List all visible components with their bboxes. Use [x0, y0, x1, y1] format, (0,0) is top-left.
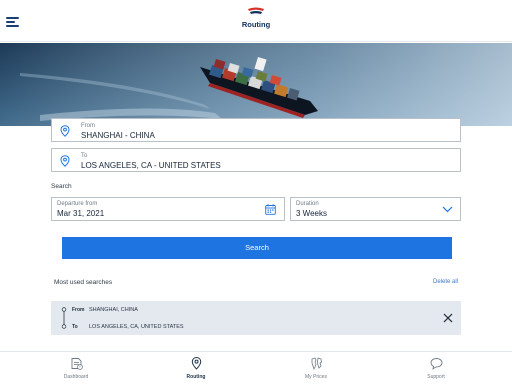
destination-field[interactable]: To LOS ANGELES, CA - UNITED STATES	[51, 148, 461, 172]
hero-ship-image	[0, 43, 512, 126]
nav-routing-label: Routing	[186, 374, 206, 380]
bottom-navigation: Dashboard Routing My Prices Support	[0, 351, 512, 384]
nav-my-prices[interactable]: My Prices	[286, 356, 346, 384]
page-title: Routing	[241, 20, 271, 29]
recent-to-value: LOS ANGELES, CA, UNITED STATES	[89, 324, 184, 330]
location-pin-icon	[60, 155, 70, 167]
nav-dashboard-label: Dashboard	[63, 374, 89, 380]
origin-value: SHANGHAI - CHINA	[81, 131, 155, 140]
world-map-icon	[311, 357, 322, 371]
recent-to-key: To	[72, 324, 78, 330]
location-pin-icon	[191, 356, 201, 370]
menu-icon[interactable]	[6, 15, 22, 29]
delete-all-link[interactable]: Delete all	[433, 279, 458, 285]
recent-search-item[interactable]: From SHANGHAI, CHINA To LOS ANGELES, CA,…	[51, 301, 461, 335]
calendar-icon[interactable]	[265, 204, 276, 215]
location-pin-icon	[60, 125, 70, 137]
search-button[interactable]: Search	[62, 237, 452, 259]
nav-support-label: Support	[427, 374, 445, 380]
route-track-icon	[61, 307, 67, 329]
brand-logo: Routing	[236, 7, 276, 37]
search-section-label: Search	[51, 183, 72, 190]
departure-label: Departure from	[57, 201, 98, 207]
destination-label: To	[81, 153, 88, 159]
chat-bubble-icon	[430, 358, 442, 370]
recent-from-value: SHANGHAI, CHINA	[89, 307, 138, 313]
duration-value: 3 Weeks	[296, 209, 327, 218]
close-icon[interactable]	[443, 313, 453, 323]
chevron-down-icon	[442, 206, 453, 213]
dashboard-icon	[71, 358, 83, 370]
nav-my-prices-label: My Prices	[305, 374, 327, 380]
destination-value: LOS ANGELES, CA - UNITED STATES	[81, 161, 221, 170]
most-used-searches-title: Most used searches	[54, 279, 113, 286]
departure-value: Mar 31, 2021	[57, 209, 105, 218]
departure-date-field[interactable]: Departure from Mar 31, 2021	[51, 197, 285, 221]
origin-field[interactable]: From SHANGHAI - CHINA	[51, 118, 461, 142]
origin-label: From	[81, 123, 95, 129]
app-header: Routing	[0, 0, 512, 42]
brand-logo-icon	[248, 7, 264, 14]
nav-support[interactable]: Support	[406, 356, 466, 384]
nav-routing[interactable]: Routing	[166, 356, 226, 384]
duration-select[interactable]: Duration 3 Weeks	[290, 197, 461, 221]
nav-dashboard[interactable]: Dashboard	[46, 356, 106, 384]
recent-from-key: From	[72, 307, 85, 313]
duration-label: Duration	[296, 201, 319, 207]
